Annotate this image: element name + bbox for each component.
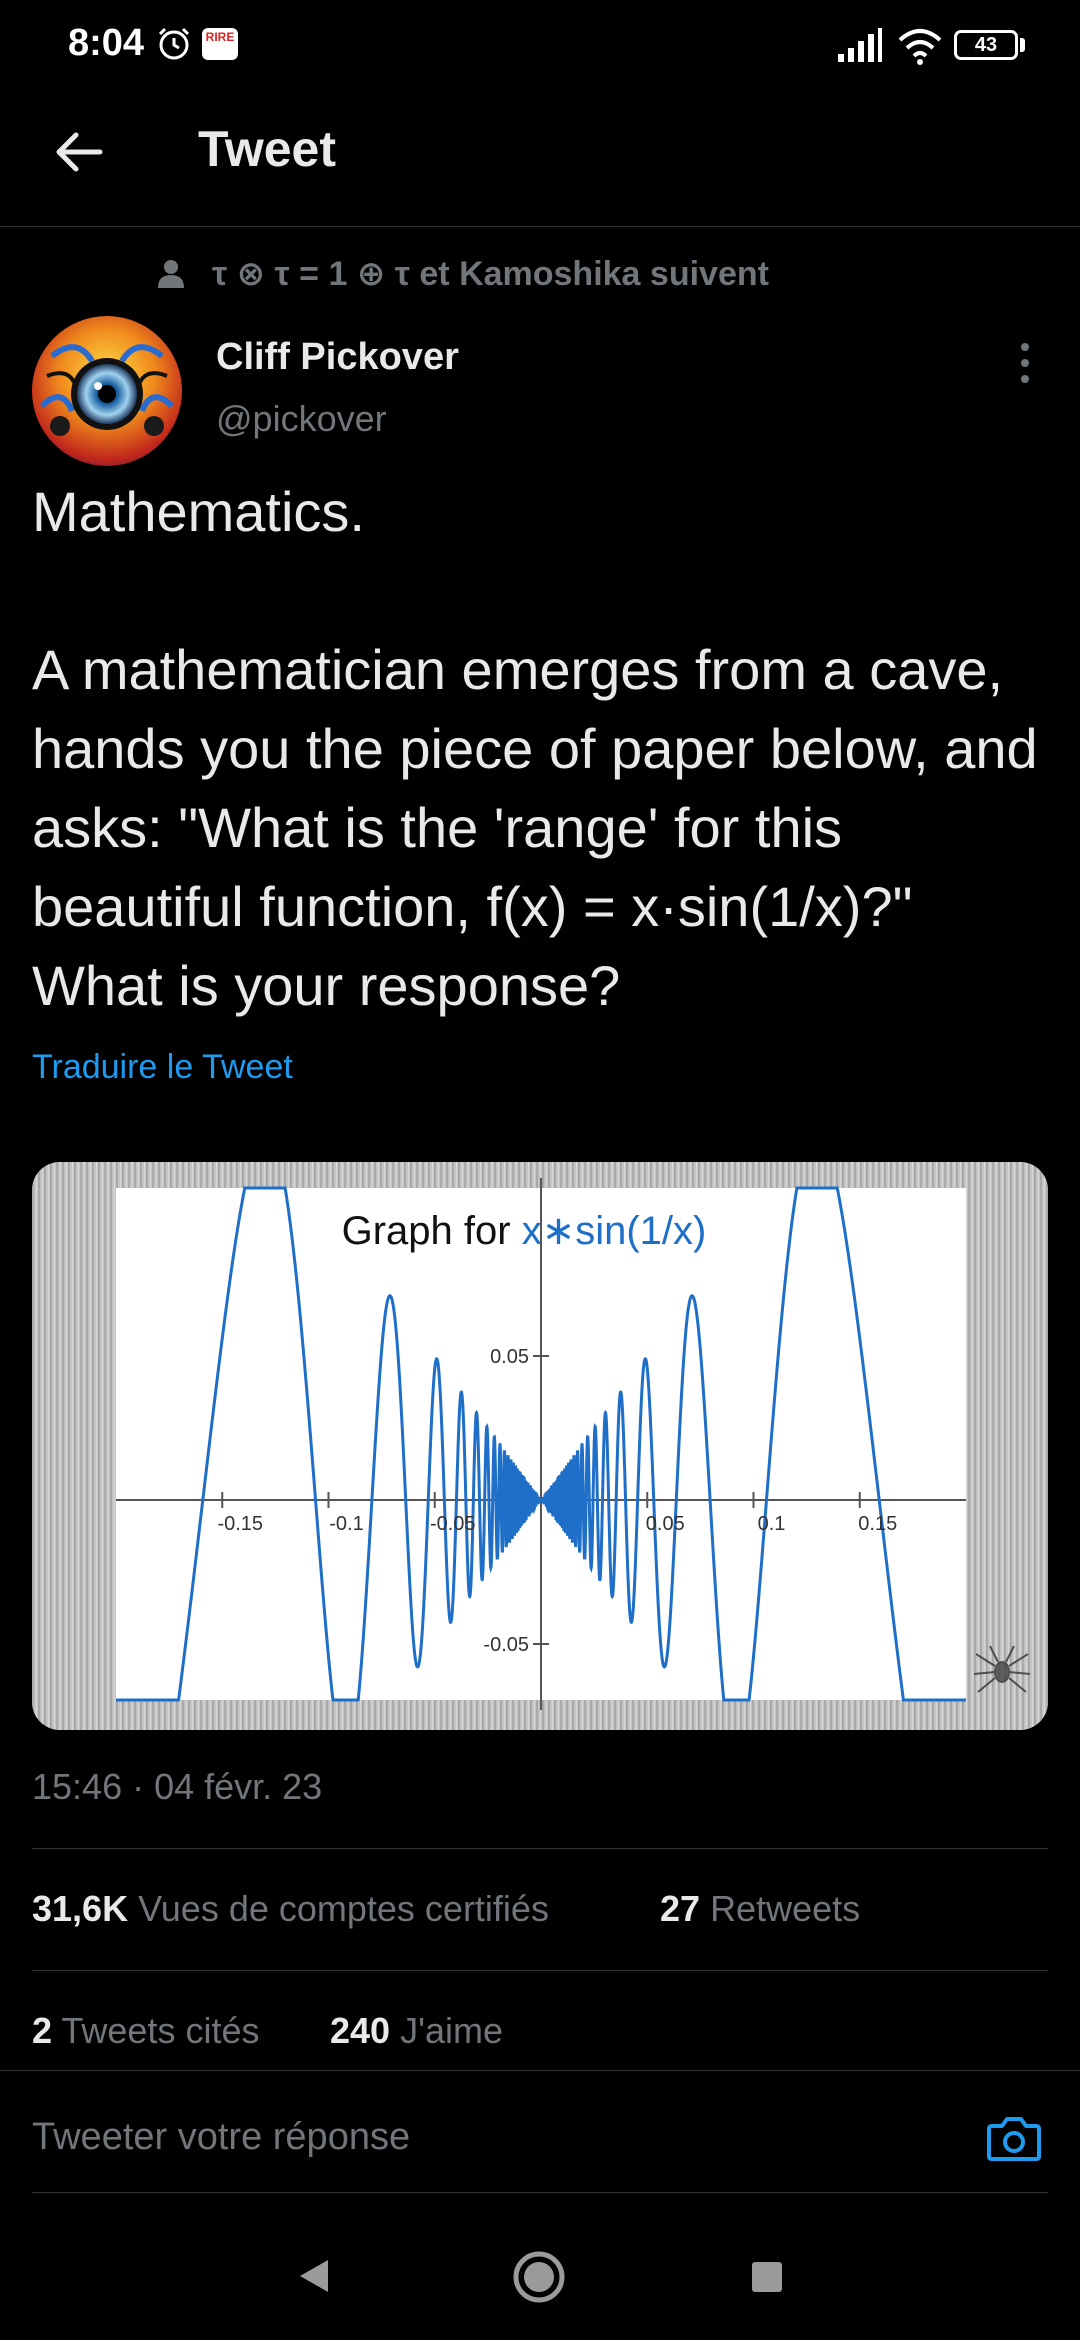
views-stat[interactable]: 31,6K Vues de comptes certifiés [32, 1888, 549, 1930]
reply-input[interactable]: Tweeter votre réponse [32, 2116, 410, 2159]
x-tick-label: 0.1 [758, 1513, 786, 1535]
retweets-label: Retweets [710, 1888, 861, 1929]
divider [32, 1848, 1048, 1849]
tweet-timestamp[interactable]: 15:46 · 04 févr. 23 [32, 1766, 322, 1808]
retweets-count: 27 [660, 1888, 701, 1929]
author-name[interactable]: Cliff Pickover [216, 336, 459, 379]
likes-stat[interactable]: 240 J'aime [330, 2010, 503, 2052]
retweets-stat[interactable]: 27 Retweets [660, 1888, 860, 1930]
tweet-media-image[interactable]: -0.15 -0.1 -0.05 0.05 0.1 0.15 0.05 -0.05 Graph… [32, 1162, 1048, 1730]
x-tick-label: -0.15 [217, 1513, 263, 1535]
app-notification-icon: RIRE [202, 28, 238, 60]
status-time: 8:04 [68, 22, 145, 64]
x-tick-label: 0.05 [646, 1513, 685, 1535]
y-tick-label: -0.05 [483, 1634, 529, 1656]
more-icon[interactable] [1008, 338, 1042, 388]
views-label: Vues de comptes certifiés [138, 1888, 549, 1929]
nav-recents-icon[interactable] [750, 2260, 784, 2294]
nav-home-icon[interactable] [512, 2250, 566, 2304]
avatar[interactable] [32, 316, 182, 466]
function-graph: -0.15 -0.1 -0.05 0.05 0.1 0.15 0.05 -0.05 Graph… [32, 1162, 1048, 1730]
y-tick-label: 0.05 [490, 1346, 529, 1368]
quotes-label: Tweets cités [61, 2010, 260, 2051]
x-tick-label: -0.1 [329, 1513, 363, 1535]
chart-title-expr: x∗sin(1/x) [522, 1209, 707, 1253]
social-context[interactable]: τ ⊗ τ = 1 ⊕ τ et Kamoshika suivent [212, 254, 769, 294]
page-title: Tweet [198, 121, 336, 177]
views-count: 31,6K [32, 1888, 129, 1929]
signal-icon [838, 28, 882, 62]
chart-title-prefix: Graph for [342, 1209, 522, 1253]
likes-label: J'aime [400, 2010, 503, 2051]
chart-title: Graph for x∗sin(1/x) [342, 1209, 707, 1253]
camera-icon[interactable] [986, 2112, 1042, 2164]
author-handle[interactable]: @pickover [216, 398, 387, 440]
top-app-bar [0, 96, 1080, 227]
wifi-icon [898, 29, 942, 65]
alarm-icon [158, 27, 190, 60]
system-nav-bar [0, 2200, 1080, 2340]
translate-link[interactable]: Traduire le Tweet [32, 1048, 293, 1087]
nav-back-icon[interactable] [296, 2256, 332, 2296]
divider [32, 1970, 1048, 1971]
divider [0, 2070, 1080, 2071]
battery-icon: 43 [954, 30, 1018, 60]
quotes-stat[interactable]: 2 Tweets cités [32, 2010, 259, 2052]
tweet-text: Mathematics. A mathematician emerges fro… [32, 480, 1038, 1017]
divider [32, 2192, 1048, 2193]
status-bar: 8:04 RIRE 43 [0, 0, 1080, 96]
x-tick-label: -0.05 [430, 1513, 476, 1535]
x-tick-label: 0.15 [858, 1513, 897, 1535]
likes-count: 240 [330, 2010, 391, 2051]
quotes-count: 2 [32, 2010, 53, 2051]
person-icon [158, 260, 184, 288]
back-arrow-icon[interactable] [48, 122, 108, 182]
battery-tip [1020, 38, 1025, 52]
